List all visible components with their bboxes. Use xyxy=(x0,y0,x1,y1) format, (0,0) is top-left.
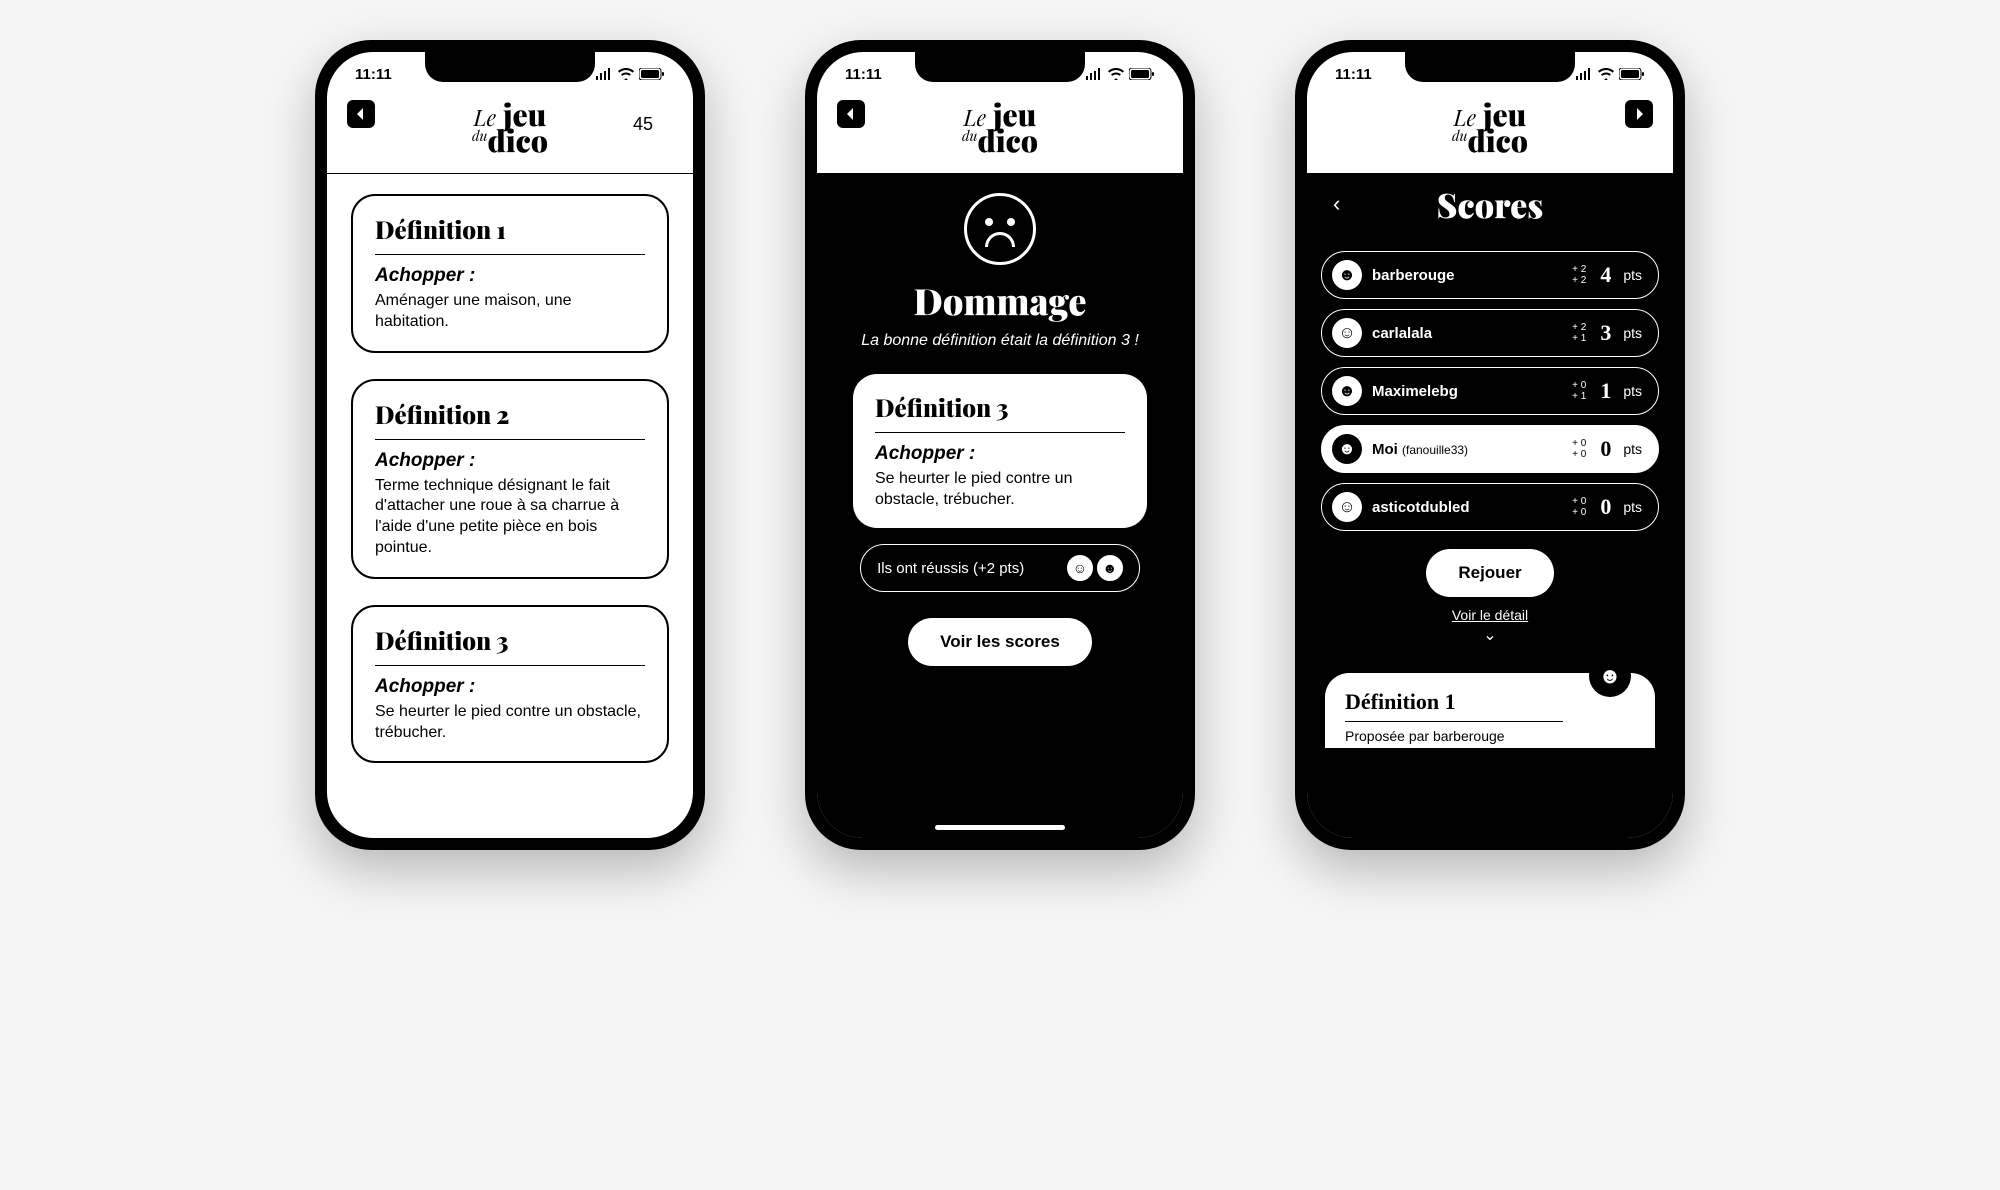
result-panel: Dommage La bonne définition était la déf… xyxy=(817,173,1183,838)
player-name: barberouge xyxy=(1372,267,1562,284)
definition-title: Définition 3 xyxy=(875,392,1125,433)
definition-text: Se heurter le pied contre un obstacle, t… xyxy=(875,469,1125,511)
status-icons xyxy=(595,68,665,80)
player-name: Maximelebg xyxy=(1372,383,1562,400)
pts-label: pts xyxy=(1623,441,1642,457)
score-row: ☻ Maximelebg + 0+ 1 1 pts xyxy=(1321,367,1659,415)
app-header: Le jeu dudico xyxy=(817,96,1183,173)
round-timer: 45 xyxy=(633,114,653,135)
score-row: ☻ barberouge + 2+ 2 4 pts xyxy=(1321,251,1659,299)
result-title: Dommage xyxy=(841,277,1159,325)
definitions-list[interactable]: Définition 1 Achopper : Aménager une mai… xyxy=(327,174,693,838)
avatar-icon: ☻ xyxy=(1332,434,1362,464)
back-chevron-icon[interactable]: ‹ xyxy=(1333,191,1340,217)
back-button[interactable] xyxy=(347,100,375,128)
arrow-right-icon xyxy=(1631,106,1647,122)
app-header: Le jeu dudico xyxy=(1307,96,1673,173)
pts-label: pts xyxy=(1623,383,1642,399)
score-total: 4 xyxy=(1600,262,1611,288)
scores-title: Scores xyxy=(1437,181,1544,227)
score-deltas: + 0+ 0 xyxy=(1572,496,1586,518)
home-indicator[interactable] xyxy=(935,825,1065,830)
app-logo: Le jeu dudico xyxy=(1452,102,1528,153)
arrow-left-icon xyxy=(353,106,369,122)
player-name: Moi (fanouille33) xyxy=(1372,441,1562,458)
definition-peek-card[interactable]: ☻ Définition 1 Proposée par barberouge xyxy=(1325,673,1655,748)
score-deltas: + 0+ 0 xyxy=(1572,438,1586,460)
view-scores-button[interactable]: Voir les scores xyxy=(908,618,1092,666)
definition-card-2[interactable]: Définition 2 Achopper : Terme technique … xyxy=(351,379,669,579)
definition-text: Terme technique désignant le fait d'atta… xyxy=(375,476,645,559)
definition-text: Aménager une maison, une habitation. xyxy=(375,291,645,333)
avatar-icon: ☺ xyxy=(1067,555,1093,581)
score-total: 0 xyxy=(1600,436,1611,462)
status-time: 11:11 xyxy=(1335,66,1372,83)
avatar-icon: ☺ xyxy=(1332,318,1362,348)
score-deltas: + 2+ 1 xyxy=(1572,322,1586,344)
definition-text: Se heurter le pied contre un obstacle, t… xyxy=(375,702,645,744)
app-logo: Le jeu dudico xyxy=(472,102,548,153)
pts-label: pts xyxy=(1623,499,1642,515)
definition-peek-title: Définition 1 xyxy=(1345,689,1563,722)
definition-word: Achopper : xyxy=(375,676,645,698)
definition-peek-subtitle: Proposée par barberouge xyxy=(1345,728,1635,744)
view-detail-link[interactable]: Voir le détail xyxy=(1307,607,1673,623)
definition-word: Achopper : xyxy=(875,443,1125,465)
avatar-icon: ☻ xyxy=(1332,260,1362,290)
replay-button[interactable]: Rejouer xyxy=(1426,549,1553,597)
sad-face-icon xyxy=(964,193,1036,265)
score-total: 3 xyxy=(1600,320,1611,346)
pts-label: pts xyxy=(1623,267,1642,283)
scores-panel: ‹ Scores ☻ barberouge + 2+ 2 4 pts ☺ car… xyxy=(1307,173,1673,838)
player-name: carlalala xyxy=(1372,325,1562,342)
phone-3: 11:11 Le jeu dudico ‹ Scores ☻ b xyxy=(1295,40,1685,850)
score-deltas: + 0+ 1 xyxy=(1572,380,1586,402)
avatar-icon: ☻ xyxy=(1589,655,1631,697)
app-logo: Le jeu dudico xyxy=(962,102,1038,153)
score-row: ☺ carlalala + 2+ 1 3 pts xyxy=(1321,309,1659,357)
chevron-down-icon[interactable]: ⌄ xyxy=(1307,625,1673,645)
status-icons xyxy=(1575,68,1645,80)
score-row-me: ☻ Moi (fanouille33) + 0+ 0 0 pts xyxy=(1321,425,1659,473)
back-button[interactable] xyxy=(837,100,865,128)
status-icons xyxy=(1085,68,1155,80)
phone-2: 11:11 Le jeu dudico Dommage La bonne déf… xyxy=(805,40,1195,850)
arrow-left-icon xyxy=(843,106,859,122)
definition-card-1[interactable]: Définition 1 Achopper : Aménager une mai… xyxy=(351,194,669,353)
player-name: asticotdubled xyxy=(1372,499,1562,516)
definition-card-3[interactable]: Définition 3 Achopper : Se heurter le pi… xyxy=(351,605,669,764)
score-total: 0 xyxy=(1600,494,1611,520)
correct-definition-card: Définition 3 Achopper : Se heurter le pi… xyxy=(853,374,1147,529)
success-pill: Ils ont réussis (+2 pts) ☺ ☻ xyxy=(860,544,1140,592)
pts-label: pts xyxy=(1623,325,1642,341)
definition-word: Achopper : xyxy=(375,450,645,472)
score-total: 1 xyxy=(1600,378,1611,404)
scores-header: ‹ Scores xyxy=(1307,173,1673,241)
success-avatars: ☺ ☻ xyxy=(1067,555,1123,581)
avatar-icon: ☻ xyxy=(1097,555,1123,581)
definition-word: Achopper : xyxy=(375,265,645,287)
definition-title: Définition 1 xyxy=(375,214,645,255)
status-time: 11:11 xyxy=(355,66,392,83)
score-row: ☺ asticotdubled + 0+ 0 0 pts xyxy=(1321,483,1659,531)
status-time: 11:11 xyxy=(845,66,882,83)
success-pill-label: Ils ont réussis (+2 pts) xyxy=(877,560,1024,577)
exit-button[interactable] xyxy=(1625,100,1653,128)
app-header: Le jeu dudico 45 xyxy=(327,96,693,173)
phone-1: 11:11 Le jeu dudico 45 Définition 1 Acho… xyxy=(315,40,705,850)
score-deltas: + 2+ 2 xyxy=(1572,264,1586,286)
avatar-icon: ☻ xyxy=(1332,376,1362,406)
definition-title: Définition 2 xyxy=(375,399,645,440)
result-subtitle: La bonne définition était la définition … xyxy=(861,331,1139,352)
avatar-icon: ☺ xyxy=(1332,492,1362,522)
definition-title: Définition 3 xyxy=(375,625,645,666)
